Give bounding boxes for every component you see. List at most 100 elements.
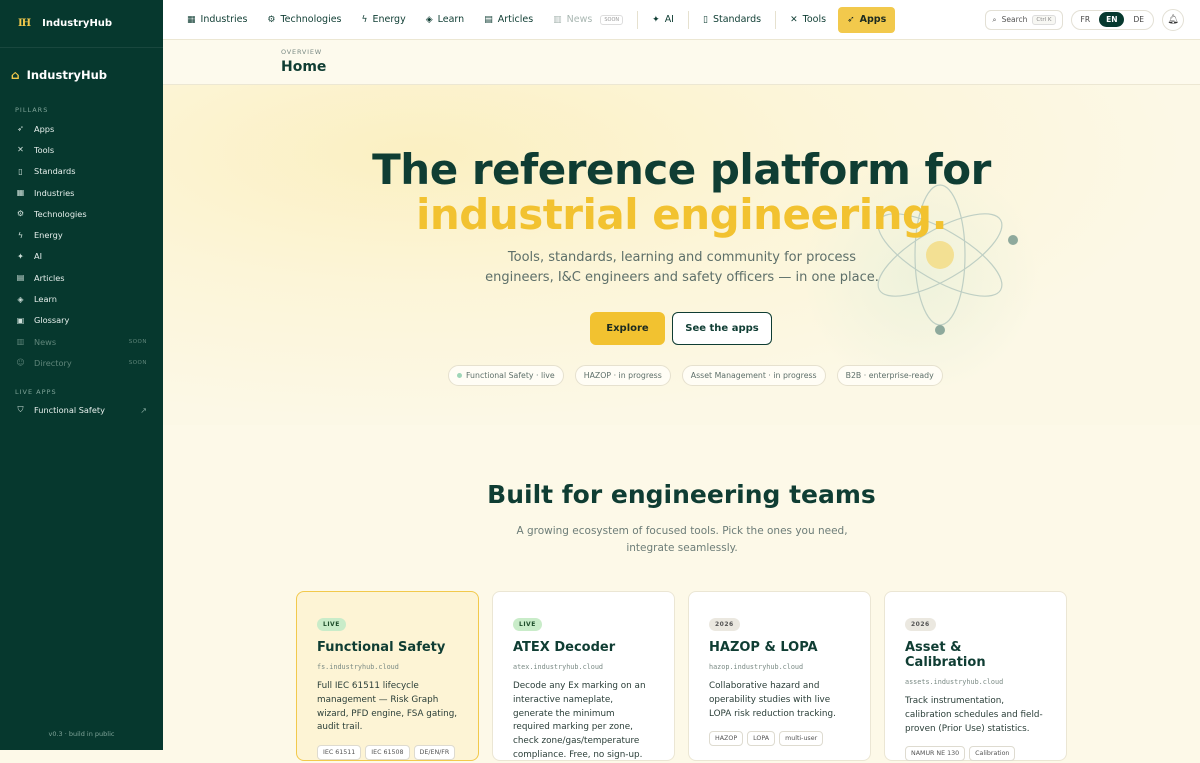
status-badge: LIVE <box>513 618 542 631</box>
sidebar-item-standards[interactable]: ▯ Standards <box>0 161 163 182</box>
nav-apps[interactable]: ➶ Apps <box>838 6 896 33</box>
nav-learn[interactable]: ◈ Learn <box>416 7 474 33</box>
bolt-icon: ϟ <box>17 230 24 240</box>
soon-badge: SOON <box>600 14 624 25</box>
sidebar-item-glossary[interactable]: ▣ Glossary <box>0 310 163 331</box>
see-apps-button[interactable]: See the apps <box>672 312 772 345</box>
hero-title-line2: industrial engineering. <box>415 190 948 239</box>
sidebar-item-technologies[interactable]: ⚙ Technologies <box>0 203 163 224</box>
sidebar-item-articles[interactable]: ▤ Articles <box>0 267 163 288</box>
sidebar-item-label: Technologies <box>34 208 87 219</box>
people-icon: ☺ <box>16 358 25 368</box>
card-title: Functional Safety <box>317 640 446 655</box>
pill-label: HAZOP · in progress <box>583 371 662 380</box>
status-badge: 2026 <box>709 618 740 631</box>
app-card-functional-safety[interactable]: LIVE Functional Safety fs.industryhub.cl… <box>296 591 479 761</box>
card-description: Track instrumentation, calibration sched… <box>905 696 1043 734</box>
search-button[interactable]: ⌕ Search Ctrl K <box>985 9 1063 30</box>
sidebar-item-label: AI <box>34 251 43 262</box>
logo-text: IndustryHub <box>42 18 113 29</box>
sidebar-item-label: Standards <box>34 166 76 177</box>
card-tag: Calibration <box>969 746 1016 762</box>
nav-industries[interactable]: ▦ Industries <box>177 7 257 33</box>
graduation-icon: ◈ <box>17 294 24 304</box>
card-tag: multi-user <box>779 731 824 747</box>
section-title: Built for engineering teams <box>487 480 876 509</box>
bolt-icon: ϟ <box>361 14 368 25</box>
sidebar-logo[interactable]: IH IndustryHub <box>0 0 163 48</box>
version-footer: v0.3 · build in public <box>48 730 115 738</box>
sidebar-item-apps[interactable]: ➶ Apps <box>0 118 163 139</box>
sidebar-item-industries[interactable]: ▦ Industries <box>0 182 163 203</box>
card-tag: IEC 61511 <box>317 745 362 761</box>
sidebar-item-energy[interactable]: ϟ Energy <box>0 224 163 245</box>
app-card-hazop-lopa[interactable]: 2026 HAZOP & LOPA hazop.industryhub.clou… <box>688 591 871 761</box>
nav-label: Standards <box>712 14 762 25</box>
nav-divider <box>775 10 777 29</box>
app-card-asset-calibration[interactable]: 2026 Asset & Calibration assets.industry… <box>884 591 1067 762</box>
nav-label: Tools <box>802 14 827 25</box>
sidebar-item-label: Industries <box>34 187 75 198</box>
sidebar-item-functional-safety[interactable]: ⛉ Functional Safety ↗ <box>0 400 163 421</box>
card-title: Asset & Calibration <box>905 640 986 670</box>
bookmark-icon: ▯ <box>18 166 23 176</box>
cog-icon: ⚙ <box>16 209 25 219</box>
graduation-icon: ◈ <box>425 14 433 25</box>
sidebar-item-tools[interactable]: ✕ Tools <box>0 139 163 160</box>
search-icon: ⌕ <box>992 14 997 24</box>
card-domain: fs.industryhub.cloud <box>317 663 399 671</box>
nav-label: News <box>566 14 593 25</box>
bell-icon: 🔔︎ <box>1167 14 1179 25</box>
newspaper-icon: ▥ <box>553 14 562 25</box>
document-icon: ▤ <box>16 273 25 283</box>
section-subtitle: A growing ecosystem of focused tools. Pi… <box>516 525 848 554</box>
status-pill: HAZOP · in progress <box>574 365 671 386</box>
nav-label: Articles <box>497 14 534 25</box>
card-domain: hazop.industryhub.cloud <box>709 663 804 671</box>
sidebar-item-learn[interactable]: ◈ Learn <box>0 288 163 309</box>
app-cards: LIVE Functional Safety fs.industryhub.cl… <box>296 591 1067 762</box>
shield-icon: ⛉ <box>17 405 24 415</box>
lang-en[interactable]: EN <box>1099 12 1125 27</box>
nav-standards[interactable]: ▯ Standards <box>693 7 771 33</box>
sidebar-home-link[interactable]: ⌂ IndustryHub <box>0 48 163 88</box>
nav-label: Learn <box>437 14 465 25</box>
card-description: Full IEC 61511 lifecycle management — Ri… <box>317 681 458 733</box>
lang-de[interactable]: DE <box>1126 12 1151 27</box>
status-pill: Functional Safety · live <box>448 365 564 386</box>
notifications-button[interactable]: 🔔︎ <box>1162 8 1184 31</box>
sidebar-item-label: Energy <box>34 230 63 241</box>
wrench-icon: ✕ <box>790 14 798 25</box>
pill-label: Functional Safety · live <box>466 371 555 380</box>
lang-fr[interactable]: FR <box>1074 12 1098 27</box>
app-card-atex-decoder[interactable]: LIVE ATEX Decoder atex.industryhub.cloud… <box>492 591 675 761</box>
sidebar-item-label: News <box>34 336 57 347</box>
card-tag: NAMUR NE 130 <box>905 746 966 762</box>
sidebar-item-directory: ☺ Directory SOON <box>0 352 163 373</box>
nav-tools[interactable]: ✕ Tools <box>780 7 836 33</box>
sidebar: IH IndustryHub ⌂ IndustryHub PILLARS ➶ Ap… <box>0 0 163 750</box>
nav-label: Technologies <box>280 14 342 25</box>
nav-articles[interactable]: ▤ Articles <box>474 7 543 33</box>
card-tag: LOPA <box>747 731 776 747</box>
hero-section: The reference platform for industrial en… <box>163 85 1200 425</box>
sidebar-item-label: Learn <box>34 294 57 305</box>
nav-ai[interactable]: ✦ AI <box>642 7 684 33</box>
status-pill: Asset Management · in progress <box>681 365 826 386</box>
logo-mark: IH <box>18 18 31 29</box>
explore-button[interactable]: Explore <box>590 312 665 345</box>
nav-energy[interactable]: ϟ Energy <box>352 7 416 33</box>
nav-label: Industries <box>200 14 248 25</box>
cog-icon: ⚙ <box>267 14 276 25</box>
hero-title-line1: The reference platform for <box>372 145 991 194</box>
sidebar-item-label: Functional Safety <box>34 405 105 416</box>
status-badge: LIVE <box>317 618 346 631</box>
breadcrumb: OVERVIEW <box>281 48 323 56</box>
sidebar-item-ai[interactable]: ✦ AI <box>0 246 163 267</box>
nav-label: Energy <box>372 14 406 25</box>
nav-technologies[interactable]: ⚙ Technologies <box>257 7 351 33</box>
search-label: Search <box>1001 15 1028 24</box>
newspaper-icon: ▥ <box>16 337 25 347</box>
soon-badge: SOON <box>128 359 147 366</box>
sidebar-item-label: Glossary <box>34 315 70 326</box>
